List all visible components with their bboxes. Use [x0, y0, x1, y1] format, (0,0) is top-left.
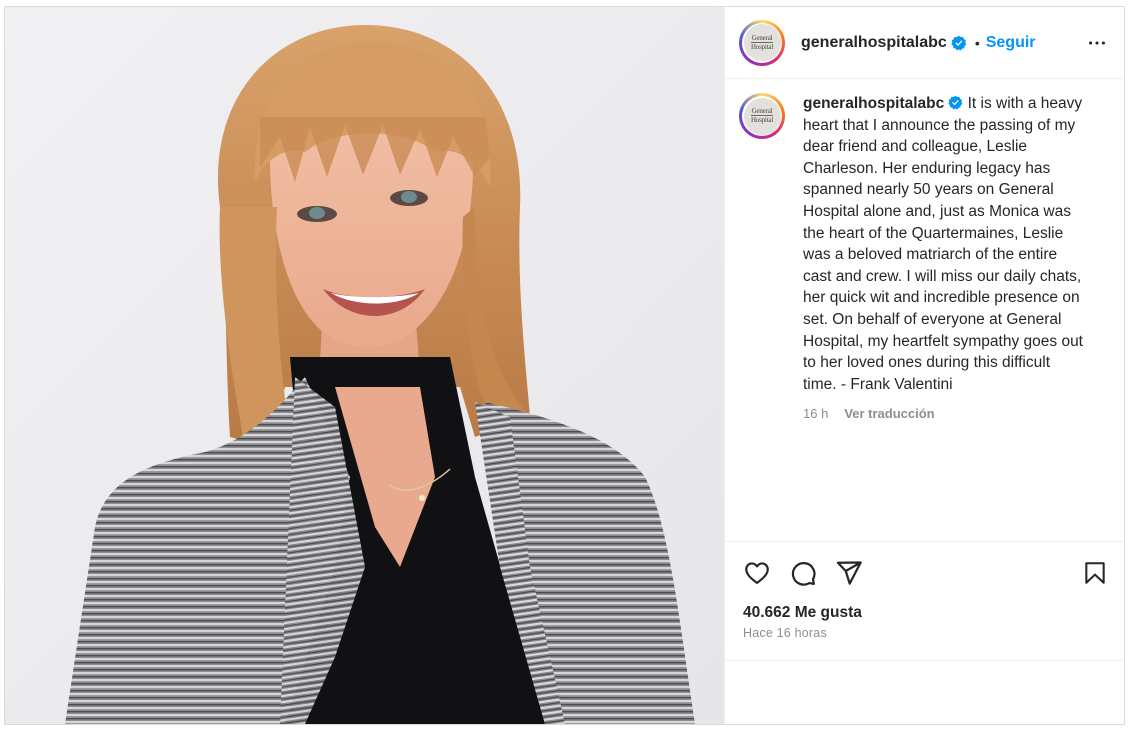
caption-avatar-ring: General Hospital [742, 96, 782, 136]
caption-body: generalhospitalabc It is with a heavy he… [803, 93, 1087, 425]
caption-meta: 16 h Ver traducción [803, 403, 1087, 425]
separator-dot: • [974, 34, 980, 51]
avatar-logo-bottom: Hospital [750, 41, 774, 51]
follow-button[interactable]: Seguir [986, 34, 1036, 52]
caption-avatar-logo: General Hospital [743, 97, 781, 135]
avatar-ring: General Hospital [742, 22, 782, 63]
caption-verified-badge-icon [948, 95, 963, 110]
comment-icon[interactable] [789, 559, 817, 587]
avatar-logo-top: General [751, 33, 773, 42]
post-timestamp[interactable]: Hace 16 horas [725, 622, 1124, 640]
post-sidebar: General Hospital generalhospitalabc • Se… [724, 7, 1124, 724]
caption-username[interactable]: generalhospitalabc [803, 95, 944, 112]
post-photo[interactable] [5, 7, 724, 724]
caption-avatar-logo-top: General [751, 107, 773, 115]
likes-count[interactable]: 40.662 Me gusta [725, 604, 1124, 622]
caption-text: It is with a heavy heart that I announce… [803, 95, 1083, 393]
account-username[interactable]: generalhospitalabc [801, 34, 947, 52]
action-bar [725, 542, 1124, 604]
bookmark-icon[interactable] [1082, 559, 1108, 587]
post-header: General Hospital generalhospitalabc • Se… [725, 7, 1124, 79]
account-avatar[interactable]: General Hospital [739, 19, 785, 66]
caption-avatar[interactable]: General Hospital [739, 93, 785, 139]
more-options-icon[interactable] [1086, 32, 1108, 54]
footer-divider [725, 640, 1124, 661]
portrait-image [5, 7, 724, 724]
heart-icon[interactable] [743, 559, 771, 587]
translate-link[interactable]: Ver traducción [844, 403, 934, 425]
avatar-logo: General Hospital [743, 24, 781, 61]
share-icon[interactable] [835, 559, 863, 587]
instagram-post: General Hospital generalhospitalabc • Se… [4, 6, 1125, 725]
comment-area [725, 661, 1124, 724]
verified-badge-icon [951, 35, 967, 51]
caption-age[interactable]: 16 h [803, 403, 828, 425]
post-caption: General Hospital generalhospitalabc It i… [725, 79, 1124, 542]
caption-avatar-logo-bottom: Hospital [750, 115, 774, 124]
